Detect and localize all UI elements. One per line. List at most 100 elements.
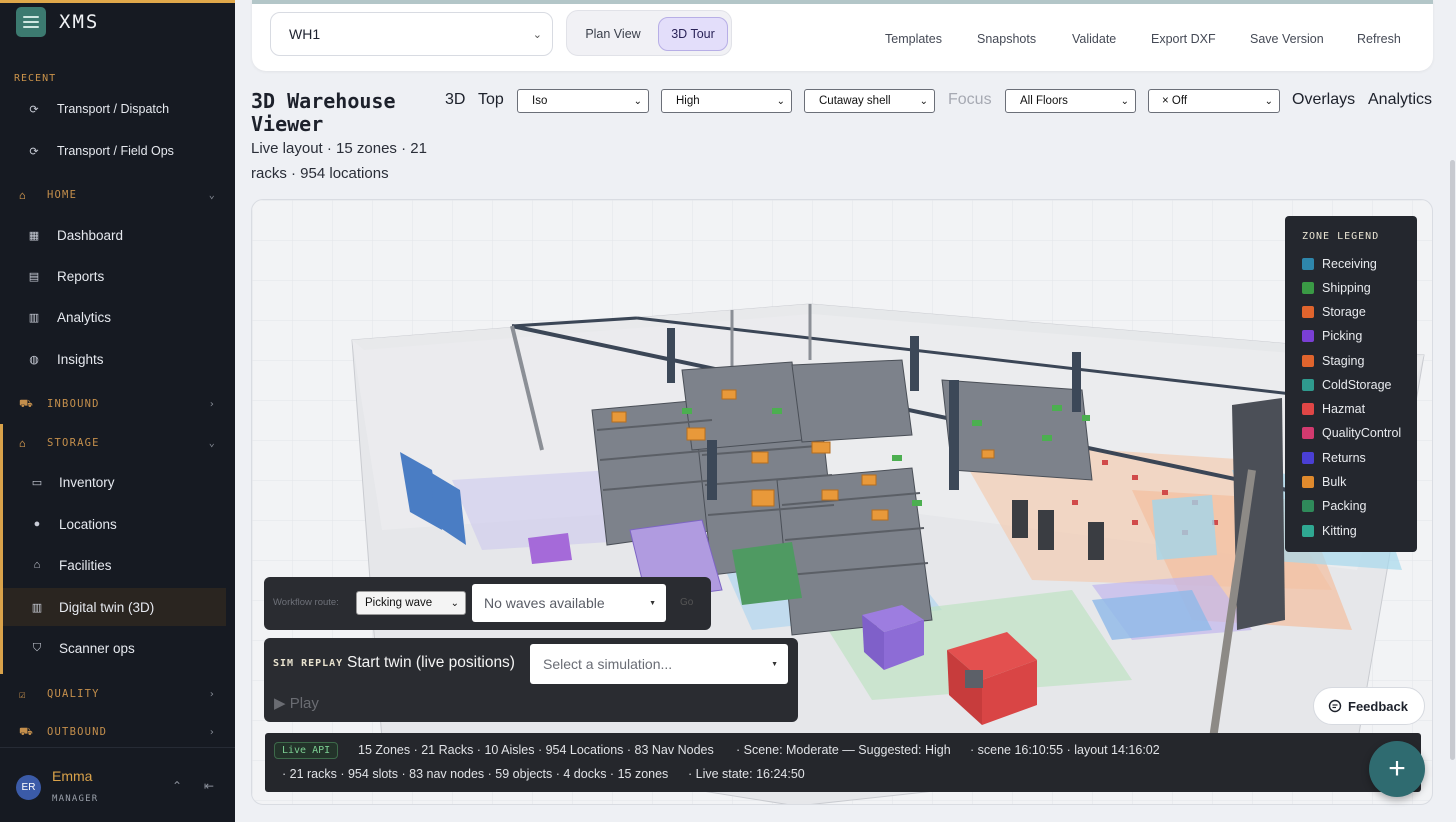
warehouse-icon: ⌂ [19, 436, 27, 450]
templates-button[interactable]: Templates [885, 32, 942, 46]
chevron-down-icon: ⌄ [450, 597, 459, 609]
wave-select[interactable]: No waves available ▼ [472, 584, 666, 622]
focus-button[interactable]: Focus [948, 91, 992, 109]
go-button[interactable]: Go [680, 597, 693, 608]
document-icon: ▤ [28, 270, 40, 283]
dashboard-icon: ▦ [28, 229, 40, 242]
recent-item-transport-dispatch[interactable]: ⟳ Transport / Dispatch [0, 90, 226, 128]
nav-group-quality[interactable]: ☑ QUALITY › [0, 681, 226, 707]
legend-title: ZONE LEGEND [1302, 231, 1380, 242]
legend-item: Kitting [1302, 523, 1357, 539]
bar-chart-icon: ▥ [28, 311, 40, 324]
nav-group-storage[interactable]: ⌂ STORAGE ⌄ [0, 430, 226, 456]
sidebar-item-locations[interactable]: ● Locations [0, 505, 226, 543]
floors-select[interactable]: All Floors ⌄ [1005, 89, 1136, 113]
feedback-button[interactable]: Feedback [1313, 687, 1425, 725]
export-dxf-button[interactable]: Export DXF [1151, 32, 1216, 46]
page-subtitle: Live layout · 15 zones · 21 racks · 954 … [251, 140, 427, 182]
view-mode-toggle: Plan View 3D Tour [566, 10, 732, 56]
overlays-button[interactable]: Overlays [1292, 91, 1355, 109]
refresh-icon: ⟳ [29, 103, 39, 116]
brand[interactable]: XMS [16, 7, 99, 37]
legend-item: Packing [1302, 498, 1366, 514]
collapse-sidebar-icon[interactable]: ⇤ [204, 779, 214, 793]
quality-select[interactable]: High ⌄ [661, 89, 792, 113]
workflow-route-label: Workflow route: [273, 597, 339, 608]
sidebar-item-dashboard[interactable]: ▦ Dashboard [0, 216, 226, 254]
legend-swatch [1302, 452, 1314, 464]
plan-view-button[interactable]: Plan View [575, 17, 651, 51]
avatar: ER [16, 775, 41, 800]
sidebar-item-inventory[interactable]: ▭ Inventory [0, 463, 226, 501]
nav-group-home[interactable]: ⌂ HOME ⌄ [0, 182, 226, 208]
refresh-button[interactable]: Refresh [1357, 32, 1401, 46]
legend-item: ColdStorage [1302, 377, 1392, 393]
workflow-route-select[interactable]: Picking wave ⌄ [356, 591, 466, 615]
page-title: 3D Warehouse Viewer [251, 89, 396, 136]
legend-swatch [1302, 282, 1314, 294]
status-counts: · 21 racks · 954 slots · 83 nav nodes · … [282, 767, 669, 781]
sidebar-item-insights[interactable]: ◍ Insights [0, 340, 226, 378]
user-role: MANAGER [52, 794, 99, 804]
menu-icon[interactable] [16, 7, 46, 37]
building-icon: ⌂ [33, 559, 41, 571]
user-name: Emma [52, 768, 93, 784]
filter-select[interactable]: × Off ⌄ [1148, 89, 1280, 113]
play-button[interactable]: ▶ Play [274, 694, 319, 712]
globe-icon: ◍ [29, 353, 39, 366]
3d-tour-button[interactable]: 3D Tour [658, 17, 728, 51]
workflow-route-panel: Workflow route: Picking wave ⌄ No waves a… [264, 577, 711, 630]
chevron-up-icon[interactable]: ⌃ [172, 779, 182, 793]
top-toolbar: WH1 ⌄ Plan View 3D Tour Templates Snapsh… [252, 0, 1433, 71]
save-version-button[interactable]: Save Version [1250, 32, 1324, 46]
live-api-badge: Live API [274, 742, 339, 759]
add-button[interactable]: + [1369, 741, 1425, 797]
sidebar: XMS RECENT ⟳ Transport / Dispatch ⟳ Tran… [0, 0, 235, 822]
chevron-down-icon: ⌄ [633, 95, 642, 107]
chevron-down-icon: ⌄ [1264, 95, 1273, 107]
legend-item: Staging [1302, 353, 1364, 369]
validate-button[interactable]: Validate [1072, 32, 1116, 46]
shell-select[interactable]: Cutaway shell ⌄ [804, 89, 935, 113]
zone-legend: ZONE LEGEND Receiving Shipping Storage P… [1285, 216, 1417, 552]
legend-swatch [1302, 500, 1314, 512]
app-name: XMS [59, 11, 100, 33]
legend-swatch [1302, 427, 1314, 439]
snapshots-button[interactable]: Snapshots [977, 32, 1036, 46]
legend-item: Returns [1302, 450, 1366, 466]
sidebar-item-analytics[interactable]: ▥ Analytics [0, 298, 226, 336]
chevron-down-icon: ⌄ [208, 437, 216, 449]
nav-group-outbound[interactable]: ⛟ OUTBOUND › [0, 719, 226, 745]
chevron-down-icon: ⌄ [208, 189, 216, 201]
legend-item: QualityControl [1302, 425, 1401, 441]
caret-down-icon: ▼ [649, 599, 656, 607]
3d-viewport[interactable]: ZONE LEGEND Receiving Shipping Storage P… [251, 199, 1433, 805]
mode-top-button[interactable]: Top [478, 91, 504, 109]
camera-select[interactable]: Iso ⌄ [517, 89, 649, 113]
legend-swatch [1302, 306, 1314, 318]
sidebar-item-scanner-ops[interactable]: ⛉ Scanner ops [0, 629, 226, 667]
sidebar-item-digital-twin[interactable]: ▥ Digital twin (3D) [0, 588, 226, 626]
legend-swatch [1302, 525, 1314, 537]
start-twin-button[interactable]: Start twin (live positions) [347, 654, 515, 672]
recent-item-transport-field-ops[interactable]: ⟳ Transport / Field Ops [0, 132, 226, 170]
nav-group-inbound[interactable]: ⛟ INBOUND › [0, 391, 226, 417]
analytics-button[interactable]: Analytics [1368, 91, 1432, 109]
sidebar-item-facilities[interactable]: ⌂ Facilities [0, 546, 226, 584]
checkbox-icon: ☑ [19, 687, 27, 701]
status-timestamps: · scene 16:10:55 · layout 14:16:02 [970, 743, 1160, 757]
sidebar-item-reports[interactable]: ▤ Reports [0, 257, 226, 295]
user-profile[interactable]: ER Emma MANAGER ⌃ ⇤ [0, 747, 235, 822]
chevron-right-icon: › [208, 398, 216, 410]
chevron-down-icon: ⌄ [919, 95, 928, 107]
scrollbar[interactable] [1450, 160, 1455, 760]
caret-down-icon: ▼ [771, 660, 778, 668]
warehouse-select[interactable]: WH1 ⌄ [270, 12, 553, 56]
simulation-select[interactable]: Select a simulation... ▼ [530, 644, 788, 684]
map-pin-icon: ● [33, 518, 41, 530]
truck-icon: ⛟ [19, 396, 35, 410]
legend-swatch [1302, 476, 1314, 488]
legend-swatch [1302, 330, 1314, 342]
legend-item: Hazmat [1302, 401, 1365, 417]
mode-3d-button[interactable]: 3D [445, 91, 465, 109]
